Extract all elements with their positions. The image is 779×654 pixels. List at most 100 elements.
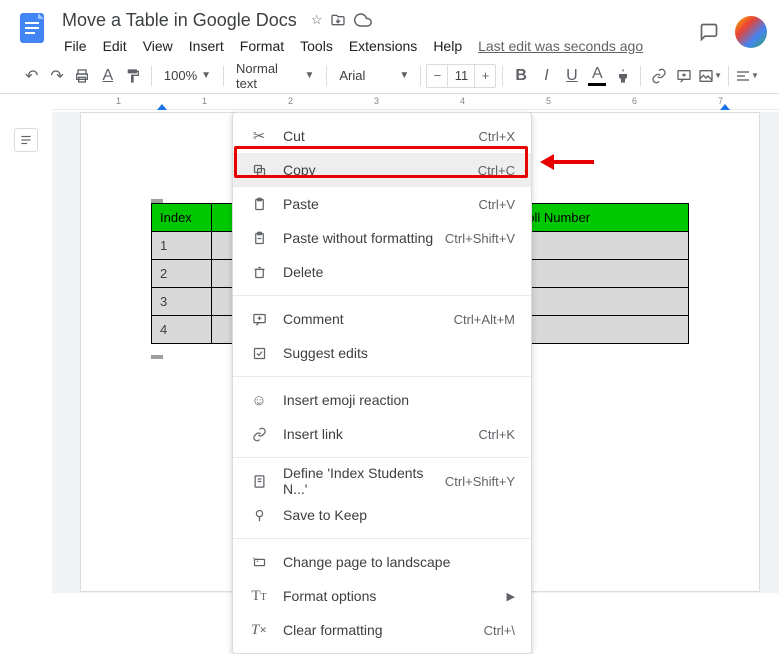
font-select[interactable]: Arial▼ — [333, 64, 413, 88]
annotation-arrow — [540, 154, 594, 170]
table-cell[interactable] — [509, 316, 688, 344]
font-size-increase[interactable]: + — [475, 65, 495, 87]
ruler-mark: 1 — [202, 96, 207, 106]
cm-emoji[interactable]: ☺ Insert emoji reaction — [233, 383, 531, 417]
cm-paste-plain[interactable]: Paste without formatting Ctrl+Shift+V — [233, 221, 531, 255]
ruler-mark: 3 — [374, 96, 379, 106]
comments-button[interactable] — [695, 18, 723, 46]
menu-format[interactable]: Format — [232, 34, 292, 58]
underline-button[interactable]: U — [560, 64, 583, 88]
cloud-status-icon[interactable] — [354, 11, 372, 29]
outline-toggle-button[interactable] — [14, 128, 38, 152]
cm-divider — [233, 457, 531, 458]
style-select[interactable]: Normal text▼ — [230, 64, 320, 88]
ruler-mark: 4 — [460, 96, 465, 106]
menu-view[interactable]: View — [135, 34, 181, 58]
print-button[interactable] — [71, 64, 94, 88]
doc-title[interactable]: Move a Table in Google Docs — [56, 8, 303, 33]
arrow-head-icon — [540, 154, 554, 170]
add-comment-button[interactable] — [673, 64, 696, 88]
landscape-icon — [249, 555, 269, 570]
selection-handle-icon — [151, 355, 163, 359]
cm-divider — [233, 295, 531, 296]
toolbar: ↶ ↷ A 100%▼ Normal text▼ Arial▼ − 11 + B… — [0, 58, 779, 94]
link-icon — [249, 427, 269, 442]
bold-button[interactable]: B — [509, 64, 532, 88]
header-right — [695, 8, 767, 48]
zoom-select[interactable]: 100%▼ — [158, 64, 217, 88]
redo-button[interactable]: ↷ — [45, 64, 68, 88]
indent-marker-left[interactable] — [157, 104, 167, 110]
cm-insert-link[interactable]: Insert link Ctrl+K — [233, 417, 531, 451]
annotation-box — [234, 146, 528, 178]
last-edit-link[interactable]: Last edit was seconds ago — [478, 38, 643, 54]
menu-bar: File Edit View Insert Format Tools Exten… — [56, 34, 695, 58]
cm-comment[interactable]: Comment Ctrl+Alt+M — [233, 302, 531, 336]
delete-icon — [249, 265, 269, 280]
italic-button[interactable]: I — [535, 64, 558, 88]
table-header-cell[interactable]: Index — [152, 204, 212, 232]
suggest-icon — [249, 346, 269, 361]
insert-link-button[interactable] — [647, 64, 670, 88]
title-row: Move a Table in Google Docs ☆ — [56, 8, 695, 32]
comment-icon — [249, 312, 269, 327]
emoji-icon: ☺ — [249, 392, 269, 409]
title-area: Move a Table in Google Docs ☆ File Edit … — [56, 8, 695, 58]
keep-icon — [249, 508, 269, 523]
paste-plain-icon — [249, 231, 269, 246]
table-cell[interactable] — [509, 288, 688, 316]
align-button[interactable]: ▼ — [735, 64, 759, 88]
cm-clear-format[interactable]: T✕ Clear formatting Ctrl+\ — [233, 613, 531, 647]
font-size-group: − 11 + — [426, 64, 496, 88]
menu-file[interactable]: File — [56, 34, 95, 58]
table-cell[interactable]: 1 — [152, 232, 212, 260]
table-cell[interactable] — [509, 232, 688, 260]
font-size-value[interactable]: 11 — [447, 65, 475, 87]
indent-marker-right[interactable] — [720, 104, 730, 110]
move-to-folder-icon[interactable] — [330, 12, 346, 28]
cm-suggest[interactable]: Suggest edits — [233, 336, 531, 370]
left-sidebar — [0, 112, 52, 152]
text-color-button[interactable]: A — [586, 64, 609, 88]
paste-icon — [249, 197, 269, 212]
cm-keep[interactable]: Save to Keep — [233, 498, 531, 532]
undo-button[interactable]: ↶ — [20, 64, 43, 88]
ruler-mark: 1 — [116, 96, 121, 106]
table-cell[interactable]: 3 — [152, 288, 212, 316]
highlight-button[interactable] — [611, 64, 634, 88]
submenu-arrow-icon: ▶ — [507, 590, 515, 603]
app-header: Move a Table in Google Docs ☆ File Edit … — [0, 0, 779, 58]
define-icon — [249, 474, 269, 489]
menu-edit[interactable]: Edit — [95, 34, 135, 58]
cm-landscape[interactable]: Change page to landscape — [233, 545, 531, 579]
paint-format-button[interactable] — [122, 64, 145, 88]
cut-icon: ✂ — [249, 127, 269, 145]
clear-format-icon: T✕ — [249, 622, 269, 639]
spellcheck-button[interactable]: A — [96, 64, 119, 88]
table-cell[interactable]: 2 — [152, 260, 212, 288]
insert-image-button[interactable]: ▼ — [698, 64, 722, 88]
table-cell[interactable]: 4 — [152, 316, 212, 344]
format-options-icon: TT — [249, 588, 269, 605]
cm-divider — [233, 376, 531, 377]
star-icon[interactable]: ☆ — [311, 12, 323, 28]
menu-tools[interactable]: Tools — [292, 34, 341, 58]
arrow-line-icon — [554, 160, 594, 164]
cm-delete[interactable]: Delete — [233, 255, 531, 289]
cm-define[interactable]: Define 'Index Students N...' Ctrl+Shift+… — [233, 464, 531, 498]
cm-format-options[interactable]: TT Format options ▶ — [233, 579, 531, 613]
ruler[interactable]: 1 1 2 3 4 5 6 7 — [52, 94, 779, 110]
cm-divider — [233, 538, 531, 539]
menu-extensions[interactable]: Extensions — [341, 34, 425, 58]
ruler-mark: 2 — [288, 96, 293, 106]
user-avatar[interactable] — [735, 16, 767, 48]
menu-help[interactable]: Help — [425, 34, 470, 58]
table-cell[interactable] — [509, 260, 688, 288]
font-size-decrease[interactable]: − — [427, 65, 447, 87]
cm-paste[interactable]: Paste Ctrl+V — [233, 187, 531, 221]
table-header-cell[interactable]: Roll Number — [509, 204, 688, 232]
docs-logo-icon[interactable] — [12, 8, 52, 48]
ruler-mark: 6 — [632, 96, 637, 106]
menu-insert[interactable]: Insert — [181, 34, 232, 58]
ruler-mark: 5 — [546, 96, 551, 106]
